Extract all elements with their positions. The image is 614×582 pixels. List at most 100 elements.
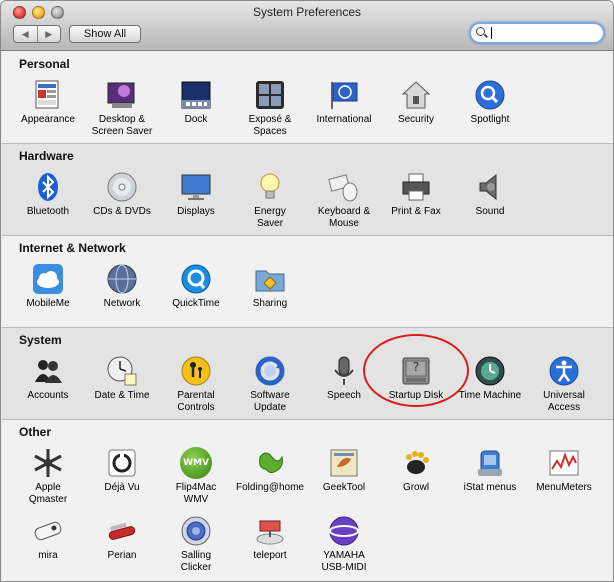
growl-paw-icon xyxy=(400,447,432,479)
cd-dvd-icon xyxy=(106,171,138,203)
pane-universal-access[interactable]: Universal Access xyxy=(526,355,602,414)
pane-security[interactable]: Security xyxy=(378,79,454,126)
printer-icon xyxy=(400,171,432,203)
section-personal: Personal Appearance Desktop & Screen Sav… xyxy=(2,52,613,144)
pane-label: Energy Saver xyxy=(254,206,286,229)
pane-expose-spaces[interactable]: Exposé & Spaces xyxy=(232,79,308,138)
pane-sharing[interactable]: Sharing xyxy=(232,263,308,310)
pane-label: Print & Fax xyxy=(391,206,441,217)
international-flag-icon xyxy=(328,79,360,111)
pane-label: Software Update xyxy=(250,390,290,413)
pane-teleport[interactable]: teleport xyxy=(232,515,308,562)
istat-menus-icon xyxy=(474,447,506,479)
pane-perian[interactable]: Perian xyxy=(84,515,160,562)
pane-yamaha-usb-midi[interactable]: YAMAHA USB-MIDI xyxy=(306,515,382,574)
pane-network[interactable]: Network xyxy=(84,263,160,310)
pane-istat-menus[interactable]: iStat menus xyxy=(452,447,528,494)
qmaster-icon xyxy=(32,447,64,479)
pane-displays[interactable]: Displays xyxy=(158,171,234,218)
search-field[interactable] xyxy=(469,22,605,44)
pane-dock[interactable]: Dock xyxy=(158,79,234,126)
pane-label: Folding@home xyxy=(236,482,304,493)
pane-label: YAMAHA USB-MIDI xyxy=(321,550,367,573)
section-title-internet-network: Internet & Network xyxy=(19,241,126,255)
deja-vu-icon xyxy=(106,447,138,479)
mobileme-cloud-icon xyxy=(32,263,64,295)
pane-label: Time Machine xyxy=(458,390,522,401)
pane-label: International xyxy=(316,114,372,125)
bluetooth-icon xyxy=(32,171,64,203)
back-button[interactable]: ◀ xyxy=(14,26,37,42)
pane-accounts[interactable]: Accounts xyxy=(10,355,86,402)
pane-apple-qmaster[interactable]: Apple Qmaster xyxy=(10,447,86,506)
software-update-icon xyxy=(254,355,286,387)
pane-desktop-screen-saver[interactable]: Desktop & Screen Saver xyxy=(84,79,160,138)
pane-cds-dvds[interactable]: CDs & DVDs xyxy=(84,171,160,218)
pane-bluetooth[interactable]: Bluetooth xyxy=(10,171,86,218)
text-cursor xyxy=(491,27,492,39)
appearance-icon xyxy=(32,79,64,111)
section-title-hardware: Hardware xyxy=(19,149,74,163)
pane-label: Salling Clicker xyxy=(180,550,212,573)
pane-software-update[interactable]: Software Update xyxy=(232,355,308,414)
time-machine-icon xyxy=(474,355,506,387)
pane-menumeters[interactable]: MenuMeters xyxy=(526,447,602,494)
pane-spotlight[interactable]: Spotlight xyxy=(452,79,528,126)
pane-label: Displays xyxy=(177,206,215,217)
pane-label: Universal Access xyxy=(543,390,585,413)
pane-label: Bluetooth xyxy=(26,206,70,217)
title-bar: System Preferences ◀ ▶ Show All xyxy=(1,1,613,51)
pane-label: Keyboard & Mouse xyxy=(317,206,371,229)
perian-knife-icon xyxy=(106,515,138,547)
security-house-icon xyxy=(400,79,432,111)
pane-label: GeekTool xyxy=(322,482,366,493)
pane-salling-clicker[interactable]: Salling Clicker xyxy=(158,515,234,574)
yamaha-usb-midi-icon xyxy=(328,515,360,547)
system-preferences-window: System Preferences ◀ ▶ Show All Personal… xyxy=(0,0,614,582)
sharing-folder-icon xyxy=(254,263,286,295)
pane-label: Security xyxy=(397,114,435,125)
dock-icon xyxy=(180,79,212,111)
section-title-other: Other xyxy=(19,425,52,439)
pane-geektool[interactable]: GeekTool xyxy=(306,447,382,494)
pane-label: Exposé & Spaces xyxy=(248,114,292,137)
pane-mobileme[interactable]: MobileMe xyxy=(10,263,86,310)
menumeters-icon xyxy=(548,447,580,479)
pane-label: Flip4Mac WMV xyxy=(175,482,217,505)
pane-label: Desktop & Screen Saver xyxy=(91,114,153,137)
pane-parental-controls[interactable]: Parental Controls xyxy=(158,355,234,414)
pane-date-time[interactable]: Date & Time xyxy=(84,355,160,402)
pane-deja-vu[interactable]: Déjà Vu xyxy=(84,447,160,494)
spotlight-icon xyxy=(474,79,506,111)
section-other: Other Apple Qmaster Déjà Vu WMV Flip4Mac… xyxy=(2,420,613,581)
pane-appearance[interactable]: Appearance xyxy=(10,79,86,126)
pane-quicktime[interactable]: QuickTime xyxy=(158,263,234,310)
pane-label: QuickTime xyxy=(172,298,220,309)
pane-label: Appearance xyxy=(21,114,75,125)
show-all-button[interactable]: Show All xyxy=(69,25,141,43)
forward-button[interactable]: ▶ xyxy=(36,26,61,42)
pane-international[interactable]: International xyxy=(306,79,382,126)
pane-growl[interactable]: Growl xyxy=(378,447,454,494)
wmv-glyph: WMV xyxy=(183,458,209,468)
salling-clicker-icon xyxy=(180,515,212,547)
pane-label: Apple Qmaster xyxy=(28,482,68,505)
speaker-icon xyxy=(474,171,506,203)
pane-print-fax[interactable]: Print & Fax xyxy=(378,171,454,218)
pane-keyboard-mouse[interactable]: Keyboard & Mouse xyxy=(306,171,382,230)
pane-label: MobileMe xyxy=(26,298,70,309)
pane-label: CDs & DVDs xyxy=(93,206,151,217)
pane-energy-saver[interactable]: Energy Saver xyxy=(232,171,308,230)
pane-mira[interactable]: mira xyxy=(10,515,86,562)
pane-folding-at-home[interactable]: Folding@home xyxy=(232,447,308,494)
teleport-icon xyxy=(254,515,286,547)
geektool-icon xyxy=(328,447,360,479)
mira-remote-icon xyxy=(32,515,64,547)
pane-flip4mac[interactable]: WMV Flip4Mac WMV xyxy=(158,447,234,506)
universal-access-icon xyxy=(548,355,580,387)
pane-label: mira xyxy=(38,550,58,561)
clock-calendar-icon xyxy=(106,355,138,387)
section-title-personal: Personal xyxy=(19,57,70,71)
pane-label: Speech xyxy=(327,390,361,401)
pane-sound[interactable]: Sound xyxy=(452,171,528,218)
